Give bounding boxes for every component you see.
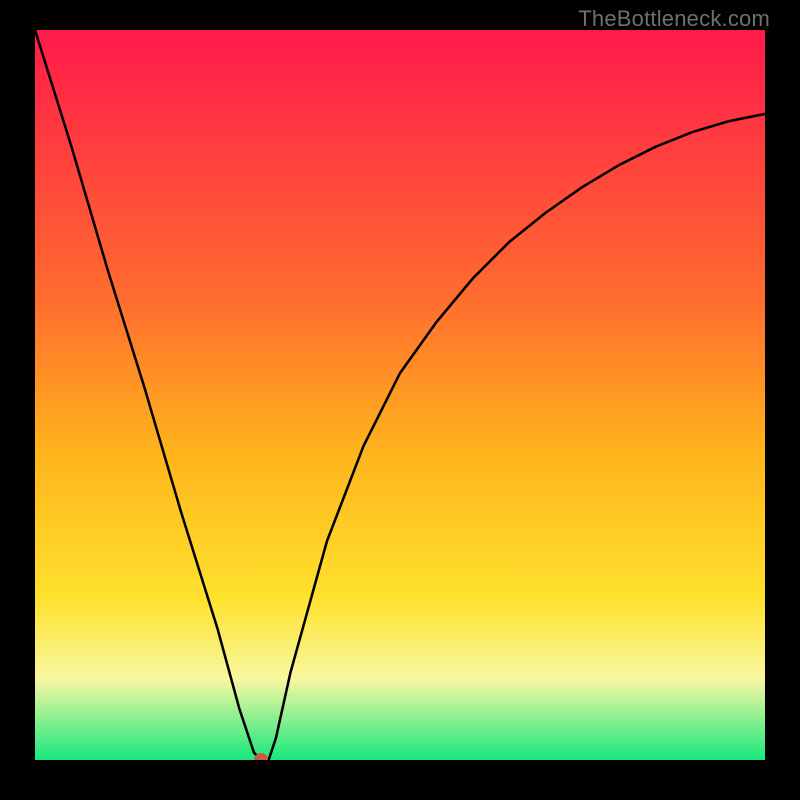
- watermark-text: TheBottleneck.com: [578, 6, 770, 32]
- chart-frame: TheBottleneck.com: [0, 0, 800, 800]
- optimum-marker: [254, 753, 268, 760]
- plot-area: [35, 30, 765, 760]
- bottleneck-curve: [35, 30, 765, 760]
